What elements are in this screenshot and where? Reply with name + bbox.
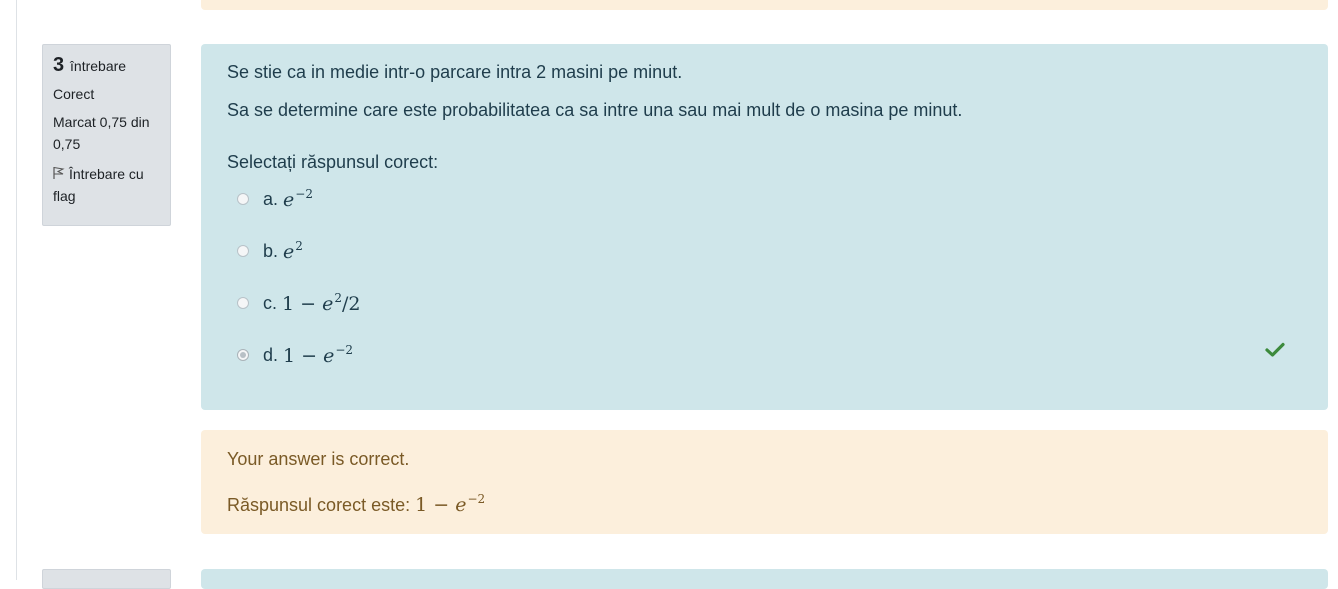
- answer-option-b[interactable]: b. e2: [237, 236, 303, 266]
- question-text-line-2: Sa se determine care este probabilitatea…: [227, 100, 963, 120]
- option-letter: a.: [263, 188, 279, 209]
- next-question-info: [42, 569, 171, 589]
- feedback-correct-label: Răspunsul corect este:: [227, 495, 411, 515]
- option-letter: d.: [263, 344, 279, 365]
- radio-a[interactable]: [237, 193, 249, 205]
- question-info: 3 întrebare Corect Marcat 0,75 din 0,75 …: [42, 44, 171, 226]
- radio-c[interactable]: [237, 297, 249, 309]
- flag-question-link[interactable]: Întrebare cu flag: [53, 163, 160, 207]
- question-text-line-1: Se stie ca in medie intr-o parcare intra…: [227, 62, 683, 82]
- flag-icon: [53, 167, 65, 179]
- radio-d[interactable]: [237, 349, 249, 361]
- next-question-formulation: [201, 569, 1328, 589]
- option-formula: e2: [283, 239, 303, 263]
- answer-feedback: Your answer is correct. Răspunsul corect…: [201, 430, 1328, 534]
- question-word: întrebare: [70, 58, 127, 74]
- check-icon: [1265, 342, 1285, 357]
- question-text: Se stie ca in medie intr-o parcare intra…: [227, 60, 1302, 122]
- feedback-result: Your answer is correct.: [227, 449, 410, 469]
- question-grade: Marcat 0,75 din 0,75: [53, 114, 150, 152]
- answer-option-c[interactable]: c. 1 − e2/2: [237, 288, 361, 318]
- left-rule: [16, 0, 17, 580]
- option-letter: b.: [263, 240, 279, 261]
- question-number-line: 3 întrebare: [53, 54, 160, 77]
- answer-option-d[interactable]: d. 1 − e−2: [237, 340, 353, 370]
- option-formula: e−2: [283, 187, 313, 211]
- question-number: 3: [53, 54, 65, 76]
- question-formulation: Se stie ca in medie intr-o parcare intra…: [201, 44, 1328, 410]
- feedback-correct-answer: Răspunsul corect este: 1 − e−2: [227, 486, 1302, 518]
- previous-feedback: [201, 0, 1328, 10]
- radio-b[interactable]: [237, 245, 249, 257]
- option-formula: 1 − e−2: [283, 343, 354, 367]
- question-state: Corect: [53, 86, 95, 102]
- flag-label: Întrebare cu flag: [53, 166, 144, 204]
- option-formula: 1 − e2/2: [282, 291, 361, 315]
- answer-option-a[interactable]: a. e−2: [237, 184, 313, 214]
- option-letter: c.: [263, 292, 278, 313]
- answer-prompt: Selectați răspunsul corect:: [227, 152, 439, 172]
- correct-answer-formula: 1 − e−2: [415, 492, 486, 516]
